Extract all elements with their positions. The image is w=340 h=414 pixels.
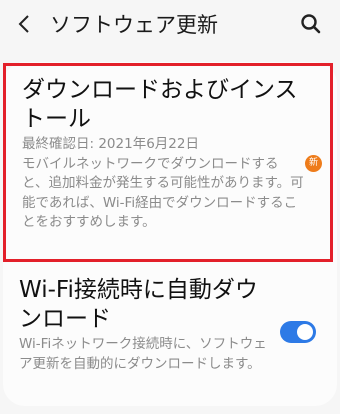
search-button[interactable] [298,11,324,37]
auto-download-wifi-title: Wi-Fi接続時に自動ダウンロード [19,277,258,332]
page-title: ソフトウェア更新 [50,13,218,37]
download-and-install-description: 最終確認日: 2021年6月22日 モバイルネットワークでダウンロードすると、追… [22,136,304,230]
download-and-install-title: ダウンロードおよびインストール [22,77,298,132]
search-icon [301,14,321,34]
app-header: ソフトウェア更新 [0,0,340,50]
auto-download-toggle[interactable] [280,321,316,343]
auto-download-wifi-item[interactable]: Wi-Fi接続時に自動ダウンロード Wi-Fiネットワーク接続時に、ソフトウェア… [3,268,333,398]
auto-download-wifi-description: Wi-Fiネットワーク接続時に、ソフトウェア更新を自動的にダウンロードします。 [19,336,267,372]
back-arrow-icon [18,15,29,33]
back-button[interactable] [12,11,38,37]
new-badge: 新 [305,155,322,172]
download-and-install-item[interactable]: ダウンロードおよびインストール 最終確認日: 2021年6月22日 モバイルネッ… [3,63,333,262]
toggle-knob [297,324,313,340]
